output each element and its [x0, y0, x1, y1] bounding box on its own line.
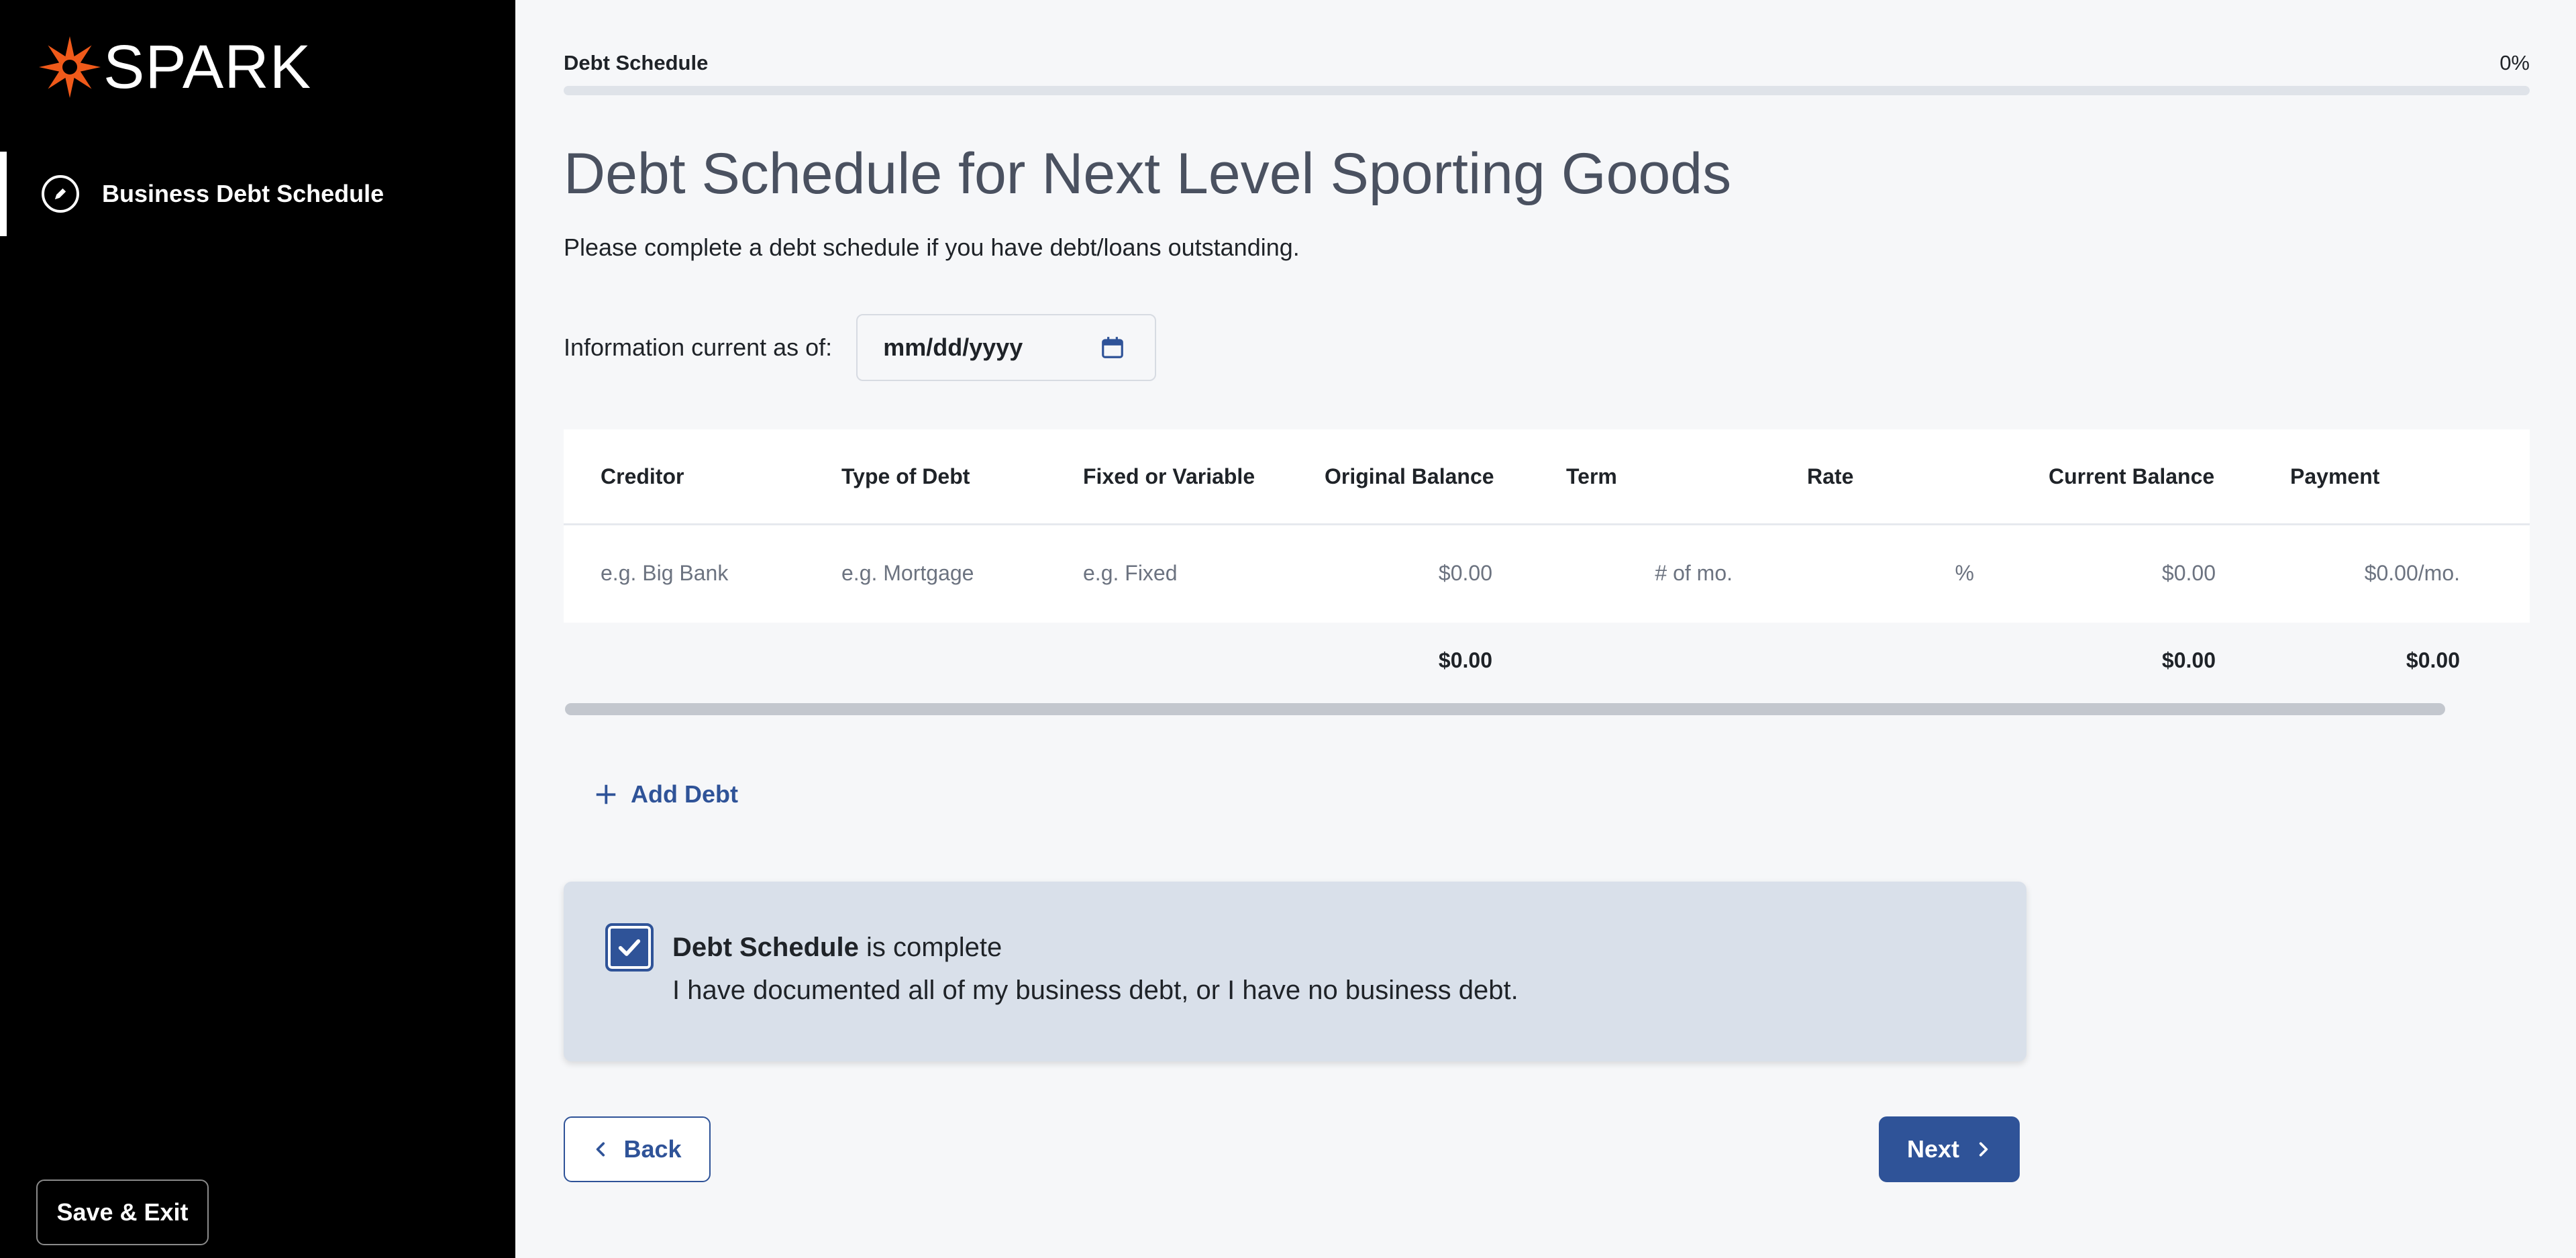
checkmark-icon — [618, 939, 641, 956]
brand-name: SPARK — [103, 33, 312, 101]
column-header-current-balance: Current Balance — [2049, 464, 2215, 488]
completion-description: I have documented all of my business deb… — [672, 976, 1518, 1005]
original-balance-input[interactable]: $0.00 — [1439, 561, 1492, 586]
column-header-original-balance: Original Balance — [1325, 464, 1494, 488]
completion-checkbox[interactable] — [605, 923, 654, 972]
spark-starburst-icon — [39, 36, 101, 98]
payment-input[interactable]: $0.00/mo. — [2365, 561, 2460, 586]
table-row: e.g. Big Bank e.g. Mortgage e.g. Fixed $… — [564, 527, 2530, 623]
rate-input[interactable]: % — [1955, 561, 1974, 586]
column-header-rate: Rate — [1807, 464, 1854, 488]
table-totals-row: $0.00 $0.00 $0.00 — [564, 623, 2530, 703]
progress-bar — [564, 86, 2530, 95]
add-debt-label: Add Debt — [631, 780, 738, 808]
completion-title-bold: Debt Schedule — [672, 933, 859, 962]
chevron-left-icon — [597, 1142, 605, 1157]
date-row: Information current as of: mm/dd/yyyy — [564, 314, 1157, 381]
column-header-creditor: Creditor — [601, 464, 684, 488]
total-original-balance: $0.00 — [1438, 648, 1492, 672]
completion-title: Debt Schedule is complete — [672, 933, 1002, 963]
completion-title-rest: is complete — [858, 933, 1002, 962]
type-of-debt-input[interactable]: e.g. Mortgage — [841, 561, 974, 586]
sidebar: SPARK Business Debt Schedule Save & Exit — [0, 0, 515, 1258]
back-button[interactable]: Back — [564, 1116, 711, 1182]
progress-percentage: 0% — [2500, 51, 2530, 74]
debt-table: Creditor Type of Debt Fixed or Variable … — [564, 429, 2530, 623]
calendar-icon[interactable] — [1100, 334, 1125, 361]
completion-card: Debt Schedule is complete I have documen… — [564, 882, 2026, 1061]
table-horizontal-scrollbar[interactable] — [565, 703, 2445, 715]
total-current-balance: $0.00 — [2161, 648, 2216, 672]
column-header-term: Term — [1566, 464, 1617, 488]
add-debt-button[interactable]: Add Debt — [593, 780, 738, 808]
table-header: Creditor Type of Debt Fixed or Variable … — [564, 429, 2530, 525]
date-placeholder: mm/dd/yyyy — [883, 333, 1023, 361]
page-subtitle: Please complete a debt schedule if you h… — [564, 233, 1300, 261]
sidebar-item-label: Business Debt Schedule — [102, 180, 384, 207]
info-date-input[interactable]: mm/dd/yyyy — [856, 314, 1157, 381]
total-payment: $0.00 — [2406, 648, 2460, 672]
edit-pencil-icon — [42, 175, 79, 213]
chevron-right-icon — [1979, 1142, 1988, 1157]
page-title: Debt Schedule for Next Level Sporting Go… — [564, 142, 1732, 206]
creditor-input[interactable]: e.g. Big Bank — [601, 561, 728, 586]
date-label: Information current as of: — [564, 333, 833, 361]
current-balance-input[interactable]: $0.00 — [2162, 561, 2216, 586]
column-header-payment: Payment — [2290, 464, 2380, 488]
back-button-label: Back — [623, 1135, 682, 1163]
brand-logo[interactable]: SPARK — [36, 34, 311, 101]
fixed-or-variable-input[interactable]: e.g. Fixed — [1083, 561, 1178, 586]
column-header-type-of-debt: Type of Debt — [841, 464, 970, 488]
next-button-label: Next — [1906, 1135, 1960, 1163]
save-exit-button[interactable]: Save & Exit — [36, 1180, 209, 1245]
term-input[interactable]: # of mo. — [1655, 561, 1733, 586]
next-button[interactable]: Next — [1879, 1116, 2020, 1182]
sidebar-item-business-debt-schedule[interactable]: Business Debt Schedule — [0, 152, 515, 236]
plus-icon — [596, 784, 616, 804]
main-content: Debt Schedule 0% Debt Schedule for Next … — [564, 0, 2530, 1258]
column-header-fixed-or-variable: Fixed or Variable — [1083, 464, 1255, 488]
progress-label: Debt Schedule — [564, 51, 709, 74]
